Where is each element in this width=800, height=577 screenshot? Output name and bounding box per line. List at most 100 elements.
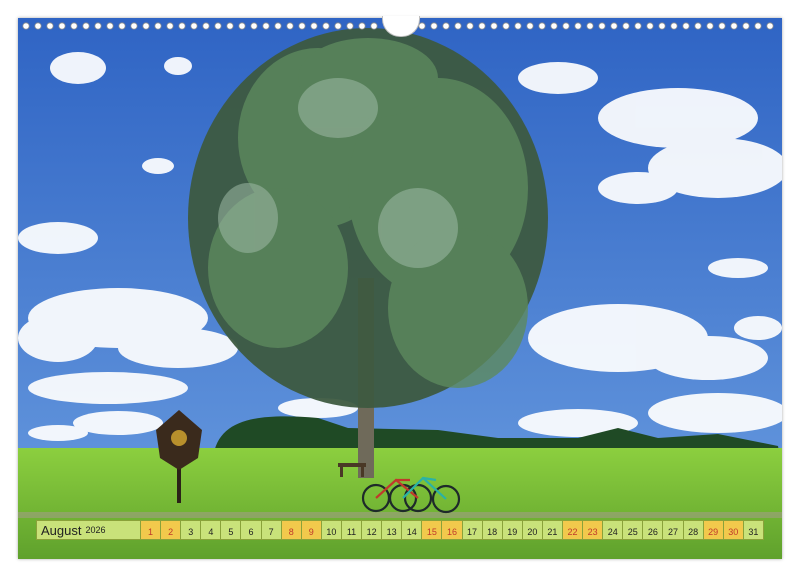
day-number: 14	[406, 527, 417, 537]
day-number: 7	[268, 527, 274, 537]
binding-hole	[670, 22, 678, 30]
binding-hole	[622, 22, 630, 30]
binding-hole	[466, 22, 474, 30]
day-cell: 6	[241, 521, 262, 539]
binding-hole	[334, 22, 342, 30]
day-number: 31	[748, 527, 759, 537]
day-number: 24	[607, 527, 618, 537]
day-number: 3	[188, 527, 194, 537]
binding-hole	[418, 22, 426, 30]
day-number: 1	[148, 527, 154, 537]
binding-hole	[322, 22, 330, 30]
binding-hole	[22, 22, 30, 30]
binding-hole	[694, 22, 702, 30]
day-number: 28	[688, 527, 699, 537]
day-cell: 12	[362, 521, 383, 539]
day-cell: 7	[261, 521, 282, 539]
day-number: 16	[446, 527, 457, 537]
day-cell: 22	[562, 521, 584, 539]
day-cell: 26	[643, 521, 664, 539]
binding-hole	[298, 22, 306, 30]
binding-hole	[274, 22, 282, 30]
day-cell: 4	[201, 521, 222, 539]
month-name: August	[41, 522, 82, 538]
day-cell: 19	[502, 521, 523, 539]
day-number: 9	[308, 527, 314, 537]
day-cell: 8	[281, 521, 302, 539]
landscape-photo	[18, 18, 782, 559]
day-number: 27	[667, 527, 678, 537]
binding-hole	[454, 22, 462, 30]
binding-hole	[82, 22, 90, 30]
binding-hole	[550, 22, 558, 30]
binding-hole	[46, 22, 54, 30]
day-cell: 5	[221, 521, 242, 539]
binding-hole	[706, 22, 714, 30]
binding-hole	[130, 22, 138, 30]
day-number: 23	[587, 527, 598, 537]
day-cell: 16	[442, 521, 463, 539]
day-cell: 27	[663, 521, 684, 539]
binding-hole	[346, 22, 354, 30]
binding-hole	[766, 22, 774, 30]
day-cell: 25	[623, 521, 644, 539]
day-number: 19	[507, 527, 518, 537]
day-cell: 24	[603, 521, 624, 539]
binding-hole	[658, 22, 666, 30]
binding-hole	[190, 22, 198, 30]
binding-hole	[358, 22, 366, 30]
binding-hole	[238, 22, 246, 30]
binding-hole	[478, 22, 486, 30]
day-cell: 10	[321, 521, 342, 539]
day-cell: 11	[341, 521, 363, 539]
binding-hole	[34, 22, 42, 30]
day-number: 26	[647, 527, 658, 537]
binding-hole	[154, 22, 162, 30]
day-number: 11	[346, 527, 357, 537]
binding-hole	[526, 22, 534, 30]
binding-hole	[730, 22, 738, 30]
binding-hole	[310, 22, 318, 30]
day-number: 17	[467, 527, 478, 537]
day-number: 21	[547, 527, 558, 537]
day-number: 2	[168, 527, 174, 537]
year-label: 2026	[85, 525, 106, 535]
day-number: 4	[208, 527, 214, 537]
binding-hole	[262, 22, 270, 30]
binding-hole	[70, 22, 78, 30]
binding-hole	[682, 22, 690, 30]
day-number: 8	[288, 527, 294, 537]
day-cell: 13	[382, 521, 403, 539]
binding-hole	[646, 22, 654, 30]
meadow	[18, 448, 782, 559]
day-cell: 30	[723, 521, 744, 539]
day-number: 5	[228, 527, 234, 537]
binding-hole	[718, 22, 726, 30]
binding-hole	[502, 22, 510, 30]
binding-hole	[166, 22, 174, 30]
day-cell: 9	[301, 521, 322, 539]
day-cell: 17	[462, 521, 483, 539]
day-cell: 3	[181, 521, 202, 539]
binding-hole	[754, 22, 762, 30]
binding-hole	[226, 22, 234, 30]
day-number: 15	[426, 527, 437, 537]
day-number: 18	[487, 527, 498, 537]
binding-hole	[514, 22, 522, 30]
day-number: 29	[708, 527, 719, 537]
binding-hole	[370, 22, 378, 30]
calendar-page	[18, 18, 782, 559]
binding-hole	[634, 22, 642, 30]
binding-hole	[250, 22, 258, 30]
binding-hole	[94, 22, 102, 30]
day-cell: 1	[141, 521, 162, 539]
binding-hole	[490, 22, 498, 30]
day-cell: 14	[402, 521, 423, 539]
binding-hole	[574, 22, 582, 30]
day-cells: 1 2 3 4 5 6 7 8 9 10 11 12 13 14 15 16 17 18 19 20 21 22 23 24 2…	[141, 521, 763, 539]
day-cell: 28	[683, 521, 704, 539]
day-cell: 29	[703, 521, 724, 539]
calendar-strip: August 2026 1 2 3 4 5 6 7 8 9 10 11 12 13 14 15 16 17 18 1…	[36, 520, 764, 540]
binding-hole	[214, 22, 222, 30]
day-number: 20	[527, 527, 538, 537]
